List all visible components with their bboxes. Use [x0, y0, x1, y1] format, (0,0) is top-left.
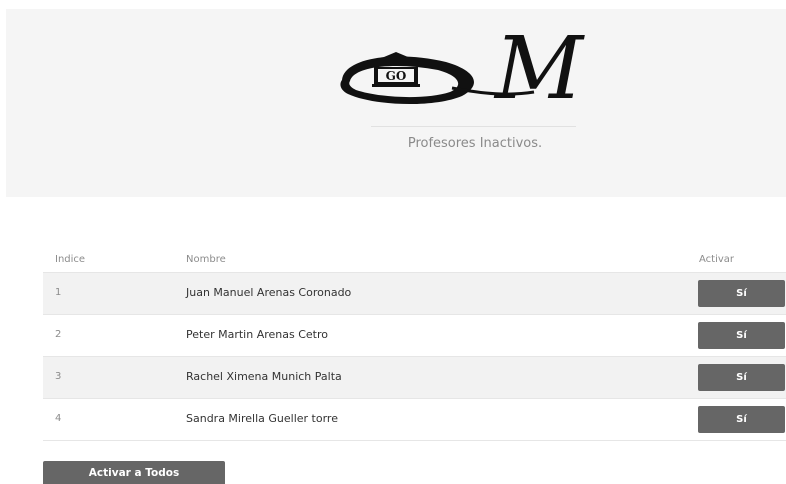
row-index: 3: [55, 371, 62, 382]
activate-all-button[interactable]: Activar a Todos: [43, 461, 225, 484]
inactive-teachers-table: Indice Nombre Activar 1 Juan Manuel Aren…: [43, 250, 786, 441]
logo-monogram: M: [493, 19, 585, 118]
row-index: 1: [55, 287, 62, 298]
column-header-name: Nombre: [186, 254, 226, 265]
table-row: 3 Rachel Ximena Munich Palta Sí: [43, 357, 786, 399]
activate-button[interactable]: Sí: [698, 322, 785, 349]
logo-badge-text: GO: [386, 69, 407, 83]
page-subtitle: Profesores Inactivos.: [407, 136, 543, 151]
activate-button[interactable]: Sí: [698, 280, 785, 307]
column-header-index: Indice: [55, 254, 86, 265]
activate-button[interactable]: Sí: [698, 406, 785, 433]
table-header: Indice Nombre Activar: [43, 250, 786, 273]
activate-button[interactable]: Sí: [698, 364, 785, 391]
table-row: 4 Sandra Mirella Gueller torre Sí: [43, 399, 786, 441]
row-name: Peter Martin Arenas Cetro: [186, 328, 328, 341]
row-name: Rachel Ximena Munich Palta: [186, 370, 342, 383]
row-index: 4: [55, 413, 62, 424]
row-name: Juan Manuel Arenas Coronado: [186, 286, 352, 299]
logo: GO M: [340, 19, 585, 118]
column-header-activate: Activar: [699, 254, 735, 265]
row-name: Sandra Mirella Gueller torre: [186, 412, 338, 425]
header-divider: [371, 126, 576, 127]
table-row: 2 Peter Martin Arenas Cetro Sí: [43, 315, 786, 357]
row-index: 2: [55, 329, 62, 340]
table-row: 1 Juan Manuel Arenas Coronado Sí: [43, 273, 786, 315]
